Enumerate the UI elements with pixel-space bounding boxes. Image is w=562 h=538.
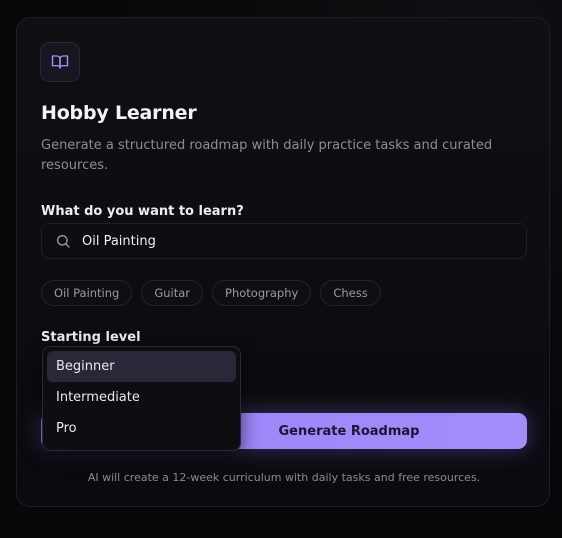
suggestion-chip-photography[interactable]: Photography bbox=[212, 280, 312, 306]
starting-level-dropdown[interactable]: Beginner Intermediate Pro bbox=[42, 346, 241, 451]
level-option-beginner[interactable]: Beginner bbox=[47, 351, 236, 382]
suggestion-chip-chess[interactable]: Chess bbox=[320, 280, 381, 306]
level-option-intermediate[interactable]: Intermediate bbox=[47, 382, 236, 413]
suggestion-chip-guitar[interactable]: Guitar bbox=[141, 280, 204, 306]
app-logo bbox=[40, 42, 80, 82]
topic-search-input[interactable] bbox=[82, 233, 502, 249]
generate-roadmap-label: Generate Roadmap bbox=[278, 423, 420, 439]
page-subtitle: Generate a structured roadmap with daily… bbox=[41, 138, 493, 173]
topic-search-box[interactable] bbox=[41, 223, 527, 259]
footnote-text: AI will create a 12-week curriculum with… bbox=[87, 471, 481, 484]
search-icon bbox=[55, 233, 71, 249]
topic-field-label: What do you want to learn? bbox=[41, 204, 244, 219]
open-book-icon bbox=[51, 55, 69, 69]
suggestion-chips: Oil Painting Guitar Photography Chess bbox=[41, 280, 381, 306]
suggestion-chip-oil-painting[interactable]: Oil Painting bbox=[41, 280, 133, 306]
starting-level-label: Starting level bbox=[41, 330, 141, 345]
page-title: Hobby Learner bbox=[41, 102, 197, 124]
app-background: Hobby Learner Generate a structured road… bbox=[0, 0, 562, 538]
level-option-pro[interactable]: Pro bbox=[47, 413, 236, 444]
